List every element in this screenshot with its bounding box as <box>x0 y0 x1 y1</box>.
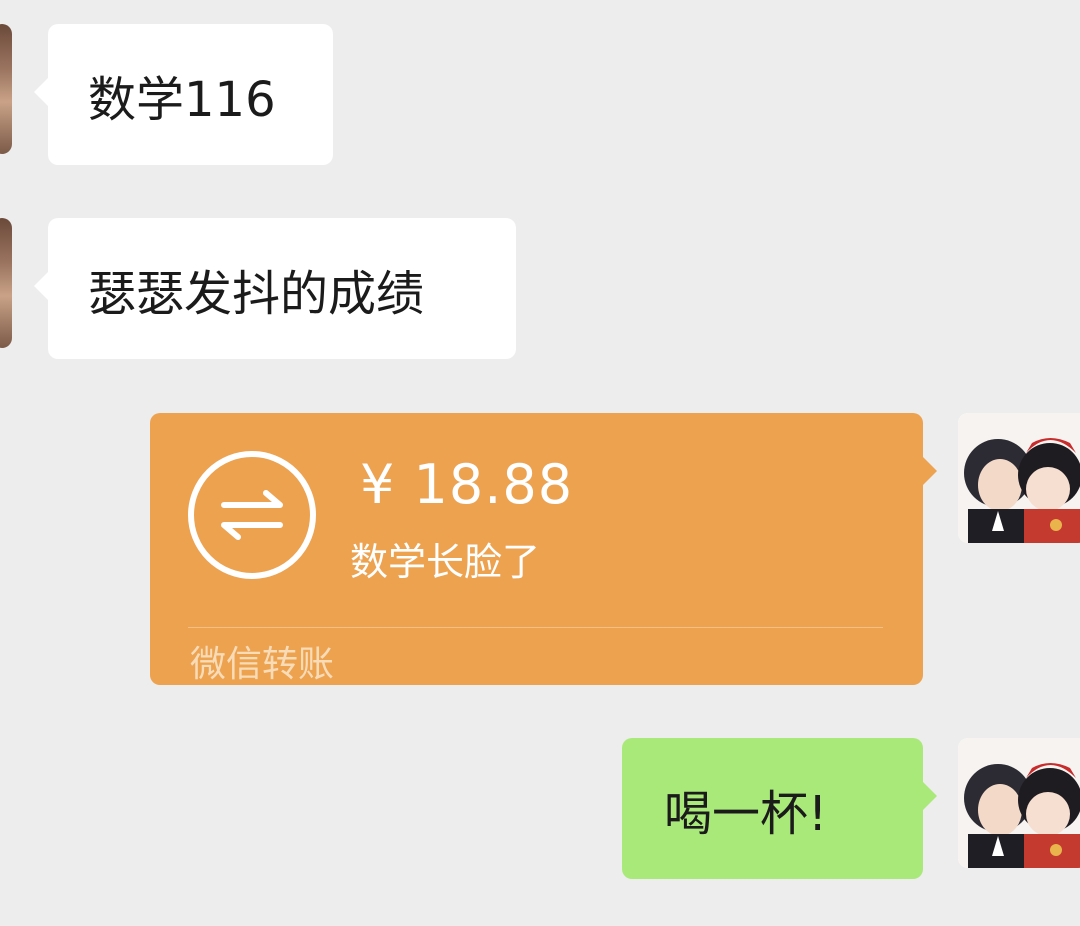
contact-avatar[interactable] <box>0 218 12 348</box>
transfer-card[interactable]: ¥ 18.88 数学长脸了 微信转账 <box>150 413 937 685</box>
message-text: 喝一杯! <box>664 785 828 842</box>
user-avatar[interactable] <box>958 413 1080 543</box>
incoming-message-bubble[interactable]: 瑟瑟发抖的成绩 <box>34 218 516 359</box>
outgoing-message-bubble[interactable]: 喝一杯! <box>622 738 937 879</box>
divider <box>188 627 883 628</box>
transfer-note: 数学长脸了 <box>350 540 541 584</box>
contact-avatar[interactable] <box>0 24 12 154</box>
transfer-amount: ¥ 18.88 <box>360 453 574 516</box>
incoming-message-bubble[interactable]: 数学116 <box>34 24 333 165</box>
chat-view: 数学116 瑟瑟发抖的成绩 ¥ 18.88 数学长脸了 微信转账 喝一杯! <box>0 0 1080 926</box>
transfer-arrows-icon <box>188 451 316 579</box>
user-avatar[interactable] <box>958 738 1080 868</box>
transfer-label: 微信转账 <box>190 644 335 685</box>
message-text: 瑟瑟发抖的成绩 <box>88 265 425 322</box>
message-text: 数学116 <box>88 71 276 128</box>
